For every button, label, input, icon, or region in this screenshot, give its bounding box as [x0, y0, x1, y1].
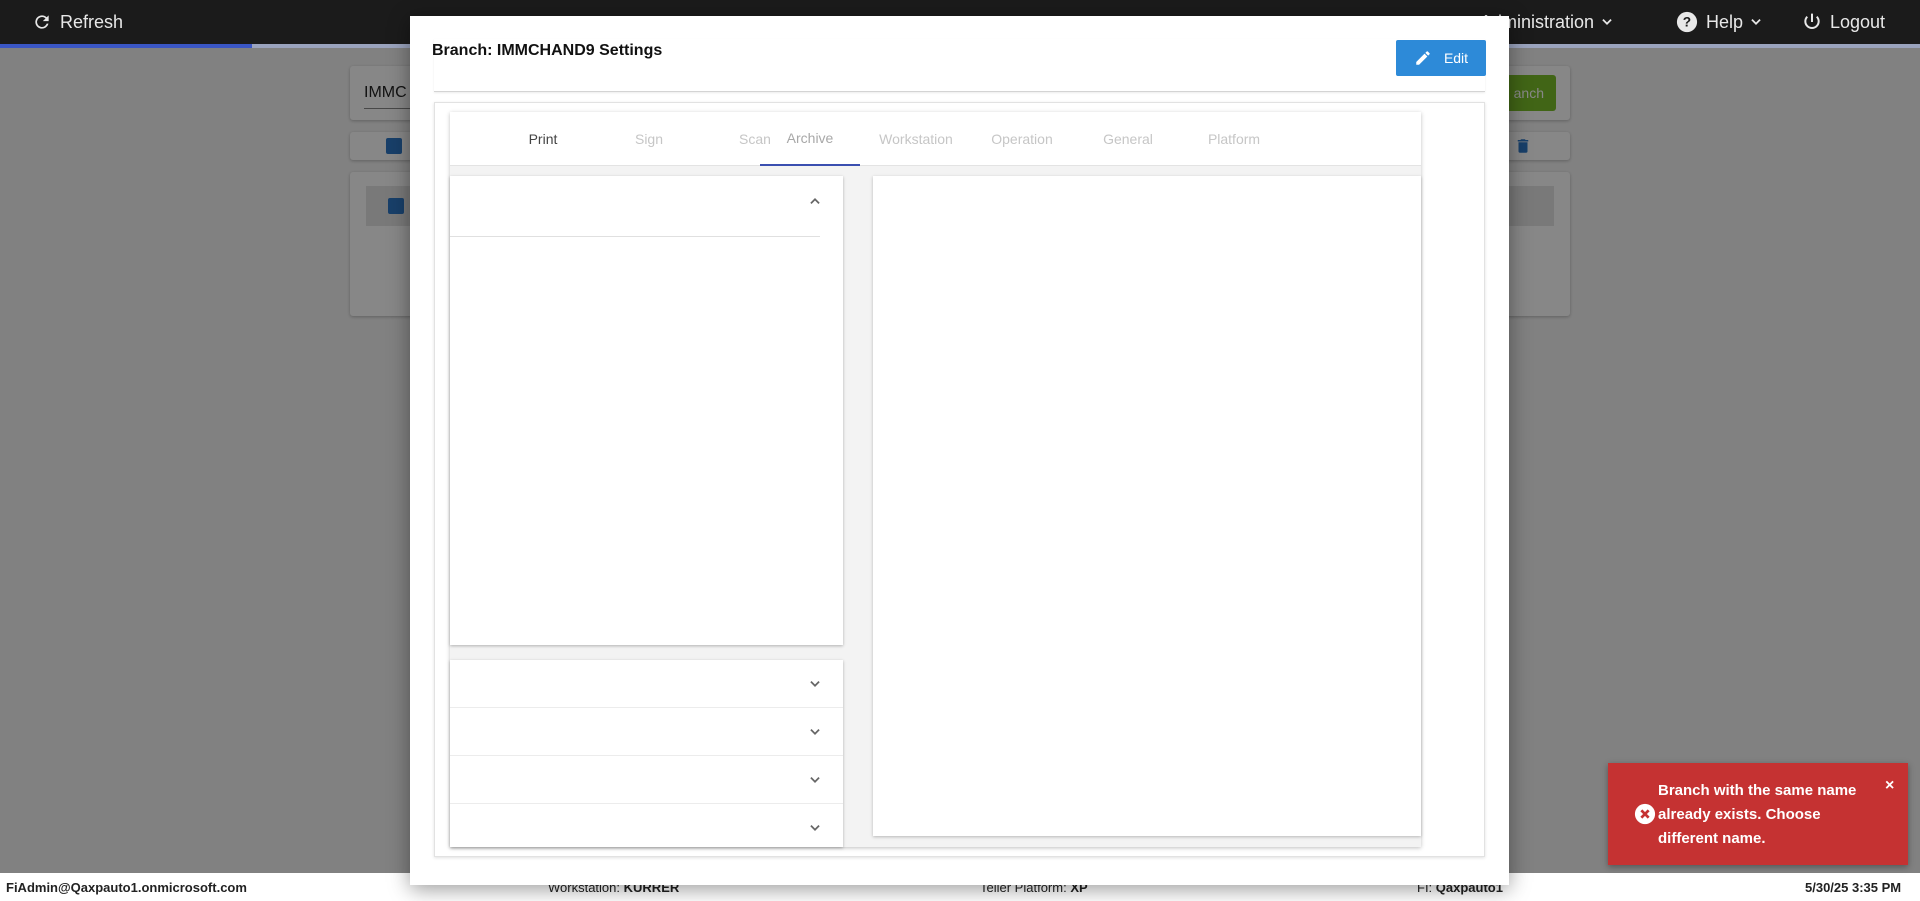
error-toast: Branch with the same name already exists…: [1608, 763, 1908, 865]
edit-button[interactable]: Edit: [1396, 40, 1486, 76]
power-icon: [1804, 13, 1820, 29]
dialog-title: Branch: IMMCHAND9 Settings: [432, 42, 663, 59]
tab-archive[interactable]: Archive: [760, 112, 860, 166]
chevron-down-icon: [1602, 19, 1612, 25]
tab-general[interactable]: General: [1078, 112, 1178, 166]
branch-settings-dialog: Branch: IMMCHAND9 Settings Edit Print Si…: [410, 16, 1509, 885]
refresh-button[interactable]: Refresh: [32, 0, 123, 44]
expanded-section-panel: [450, 176, 843, 645]
tab-operation[interactable]: Operation: [972, 112, 1072, 166]
collapsed-sections-panel: [450, 660, 843, 847]
error-icon: [1634, 803, 1656, 825]
help-icon: ?: [1676, 11, 1698, 33]
edit-label: Edit: [1443, 50, 1469, 66]
refresh-label: Refresh: [60, 11, 124, 32]
settings-tabs: Print Sign Scan Archive Workstation Oper…: [450, 112, 1421, 166]
chevron-down-icon: [810, 681, 820, 687]
expand-section-button[interactable]: [805, 674, 825, 694]
footer-datetime: 5/30/25 3:35 PM: [1805, 879, 1902, 895]
svg-text:?: ?: [1683, 15, 1691, 30]
refresh-icon: [35, 15, 49, 29]
accordion-row[interactable]: [450, 804, 843, 852]
expand-section-button[interactable]: [805, 818, 825, 838]
chevron-down-icon: [1751, 19, 1761, 25]
tab-print[interactable]: Print: [493, 112, 593, 166]
expand-section-button[interactable]: [805, 722, 825, 742]
accordion-row[interactable]: [450, 708, 843, 756]
tab-workstation[interactable]: Workstation: [866, 112, 966, 166]
logout-label: Logout: [1830, 11, 1886, 32]
chevron-down-icon: [810, 777, 820, 783]
tab-sign[interactable]: Sign: [599, 112, 699, 166]
toast-message: Branch with the same name already exists…: [1658, 782, 1857, 847]
tab-platform[interactable]: Platform: [1184, 112, 1284, 166]
pencil-icon: [1416, 51, 1430, 65]
chevron-up-icon: [810, 198, 820, 204]
section-divider: [450, 236, 820, 237]
chevron-down-icon: [810, 729, 820, 735]
settings-panel: Print Sign Scan Archive Workstation Oper…: [450, 112, 1421, 847]
help-menu[interactable]: ? Help: [1676, 0, 1763, 44]
expand-section-button[interactable]: [805, 770, 825, 790]
accordion-row[interactable]: [450, 660, 843, 708]
collapse-section-button[interactable]: [805, 191, 825, 211]
settings-detail-panel: [873, 176, 1421, 836]
chevron-down-icon: [810, 825, 820, 831]
footer-user: FiAdmin@Qaxpauto1.onmicrosoft.com: [6, 879, 247, 895]
toast-close-button[interactable]: ×: [1885, 777, 1894, 795]
accordion-row[interactable]: [450, 756, 843, 804]
help-label: Help: [1706, 11, 1744, 32]
logout-button[interactable]: Logout: [1802, 0, 1885, 44]
